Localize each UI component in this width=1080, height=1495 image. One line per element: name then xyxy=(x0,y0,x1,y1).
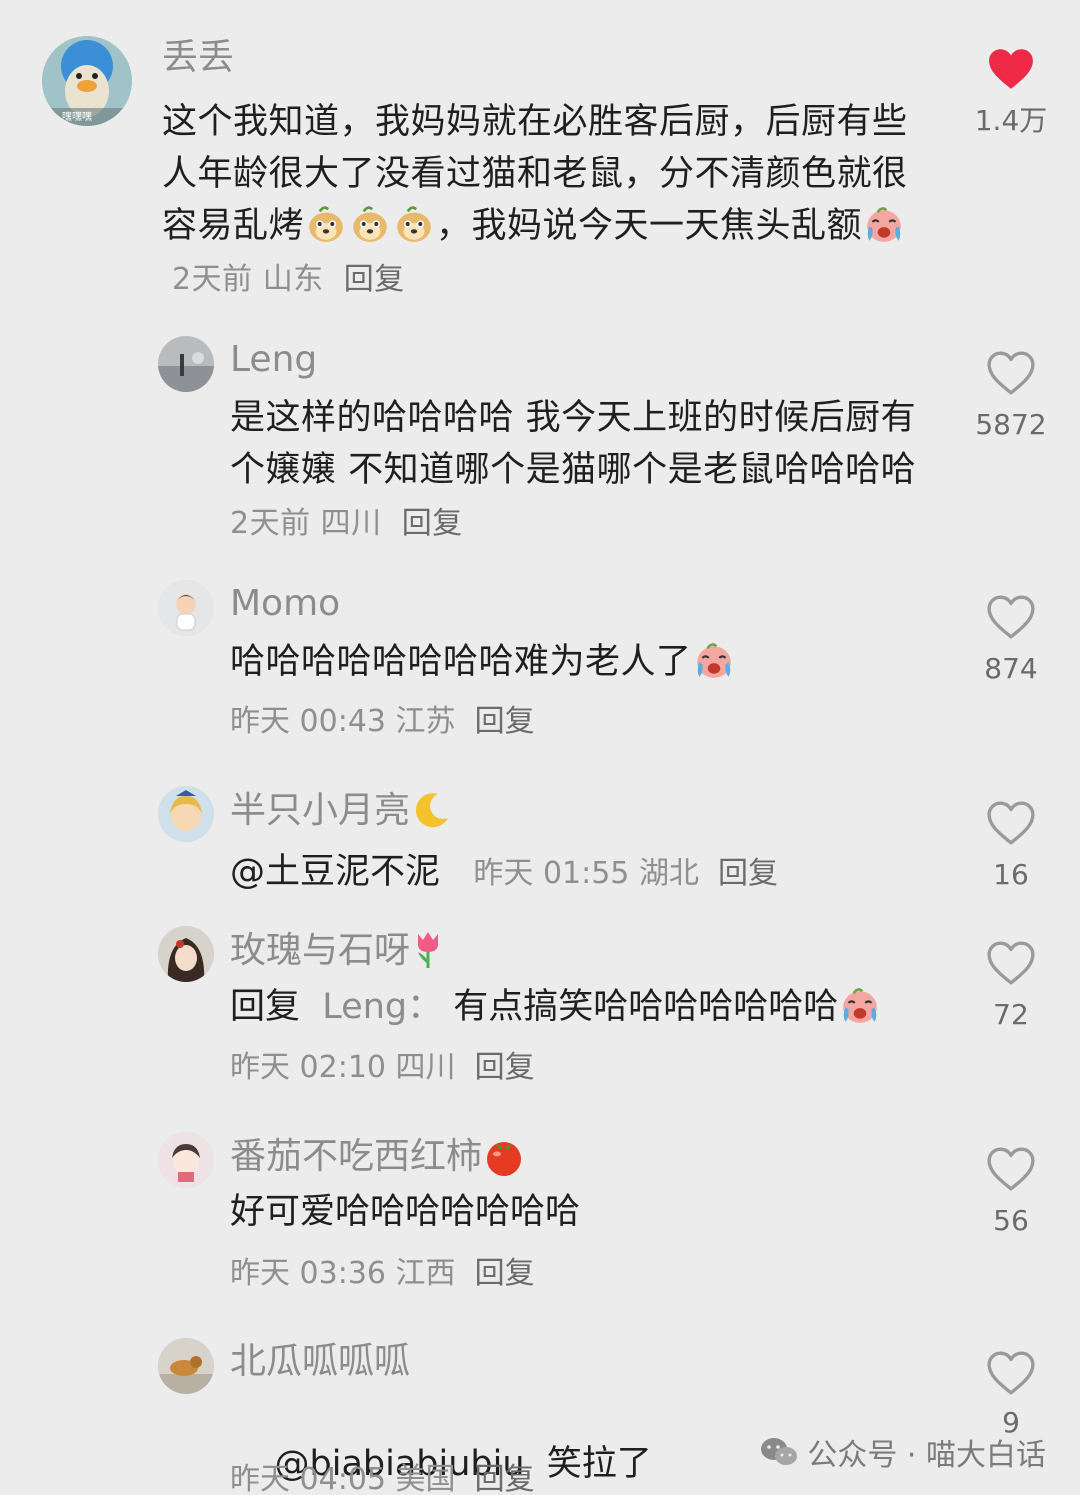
tulip-emoji-icon xyxy=(410,928,446,972)
comment-location: 江苏 xyxy=(395,704,456,739)
crying-emoji-icon xyxy=(839,984,881,1026)
avatar[interactable] xyxy=(158,926,214,982)
comment-text: 回复 Leng： 有点搞笑哈哈哈哈哈哈哈 xyxy=(230,984,882,1029)
username[interactable]: Momo xyxy=(230,582,340,626)
heart-icon xyxy=(986,800,1036,846)
comment-meta: 昨天 00:43 江苏 回复 xyxy=(230,700,535,744)
comment-time: 昨天 02:10 xyxy=(230,1050,386,1085)
grey-photo-avatar-icon xyxy=(158,336,214,392)
anime-girl-avatar-icon xyxy=(158,926,214,982)
avatar[interactable] xyxy=(158,336,214,392)
reply-to-user[interactable]: Leng： xyxy=(322,987,442,1027)
heart-icon xyxy=(986,940,1036,986)
comment-location: 山东 xyxy=(262,262,324,297)
reply-button[interactable]: 回复 xyxy=(475,1256,535,1291)
reply-button[interactable]: 回复 xyxy=(475,1462,535,1495)
comment-location: 四川 xyxy=(320,506,382,541)
comment-time: 昨天 04:05 xyxy=(230,1462,386,1495)
comment-location: 江西 xyxy=(395,1256,456,1291)
mention-link[interactable]: @土豆泥不泥 xyxy=(230,852,440,892)
username-text: 玫瑰与石呀 xyxy=(230,930,411,971)
comment-location: 湖北 xyxy=(638,856,699,891)
comment-time: 2天前 xyxy=(230,506,311,541)
reply-button[interactable]: 回复 xyxy=(475,1050,535,1085)
like-button[interactable]: 874 xyxy=(971,594,1051,686)
comment-text: 哈哈哈哈哈哈哈哈难为老人了 xyxy=(230,636,920,688)
reply-button[interactable]: 回复 xyxy=(402,506,463,541)
reply-button[interactable]: 回复 xyxy=(475,704,535,739)
username[interactable]: 丢丢 xyxy=(162,36,234,80)
avatar-label: 嘿嘿嘿 xyxy=(62,112,92,123)
comment-text: 是这样的哈哈哈哈 我今天上班的时候后厨有个嬢嬢 不知道哪个是猫哪个是老鼠哈哈哈哈… xyxy=(230,392,920,550)
comment-meta: 昨天 04:05 美国 回复 xyxy=(230,1458,535,1495)
username[interactable]: 番茄不吃西红柿 xyxy=(230,1134,526,1179)
like-count: 56 xyxy=(993,1204,1029,1237)
username[interactable]: 北瓜呱呱呱 xyxy=(230,1340,410,1384)
comment-location: 四川 xyxy=(395,1050,456,1085)
like-button[interactable]: 16 xyxy=(971,800,1051,892)
puppy-emoji-icon xyxy=(305,203,347,245)
avatar[interactable] xyxy=(158,786,214,842)
username[interactable]: 玫瑰与石呀 xyxy=(230,928,446,973)
comment-text-body: 是这样的哈哈哈哈 我今天上班的时候后厨有个嬢嬢 不知道哪个是猫哪个是老鼠哈哈哈哈 xyxy=(230,398,917,490)
comment-time: 昨天 03:36 xyxy=(230,1256,386,1291)
username-text: 番茄不吃西红柿 xyxy=(230,1136,483,1177)
avatar[interactable] xyxy=(158,580,214,636)
comment-text-part: ，我妈说今天一天焦头乱额 xyxy=(436,206,863,246)
like-button[interactable]: 72 xyxy=(971,940,1051,1032)
comment-text-body: 哈哈哈哈哈哈哈哈难为老人了 xyxy=(230,642,692,682)
like-count: 874 xyxy=(984,652,1038,685)
comment-meta: 昨天 03:36 江西 回复 xyxy=(230,1252,535,1296)
boy-avatar-icon xyxy=(158,580,214,636)
like-button[interactable]: 56 xyxy=(971,1146,1051,1238)
crying-emoji-icon xyxy=(863,203,905,245)
comment-text: 好可爱哈哈哈哈哈哈哈 xyxy=(230,1190,580,1234)
comment-location: 美国 xyxy=(395,1462,456,1495)
watermark: 公众号 · 喵大白话 xyxy=(759,1430,1046,1474)
heart-icon xyxy=(986,1350,1036,1396)
heart-icon xyxy=(986,350,1036,396)
avatar[interactable] xyxy=(158,1338,214,1394)
username[interactable]: Leng xyxy=(230,338,317,382)
comment-text: 这个我知道，我妈妈就在必胜客后厨，后厨有些人年龄很大了没看过猫和老鼠，分不清颜色… xyxy=(162,96,942,306)
comment-meta: 2天前 山东 回复 xyxy=(162,262,405,297)
comment-text-body: 有点搞笑哈哈哈哈哈哈哈 xyxy=(453,987,839,1027)
comment-time: 昨天 00:43 xyxy=(230,704,386,739)
reply-button[interactable]: 回复 xyxy=(718,856,778,891)
comment-meta: 昨天 01:55 湖北 回复 xyxy=(473,856,778,891)
puppy-emoji-icon xyxy=(349,203,391,245)
dog-photo-avatar-icon xyxy=(158,1338,214,1394)
like-button[interactable]: 1.4万 xyxy=(971,46,1051,138)
like-button[interactable]: 5872 xyxy=(971,350,1051,442)
watermark-text: 公众号 · 喵大白话 xyxy=(807,1438,1046,1473)
comment-time: 昨天 01:55 xyxy=(473,856,630,891)
username[interactable]: 半只小月亮 xyxy=(230,788,454,833)
reply-button[interactable]: 回复 xyxy=(344,262,405,297)
comment-meta: 昨天 02:10 四川 回复 xyxy=(230,1046,535,1090)
comment-text-body: 好可爱哈哈哈哈哈哈哈 xyxy=(230,1192,581,1232)
avatar[interactable] xyxy=(158,1132,214,1188)
like-count: 5872 xyxy=(975,408,1047,441)
username-text: 半只小月亮 xyxy=(230,790,411,831)
heart-icon xyxy=(986,594,1036,640)
comment-meta: 2天前 四川 回复 xyxy=(230,506,463,541)
comment-time: 2天前 xyxy=(172,262,253,297)
avatar[interactable]: 嘿嘿嘿 xyxy=(42,36,132,126)
puppy-emoji-icon xyxy=(393,203,435,245)
heart-icon xyxy=(986,1146,1036,1192)
tomato-emoji-icon xyxy=(482,1134,526,1178)
like-count: 72 xyxy=(993,998,1029,1031)
crying-emoji-icon xyxy=(693,639,735,681)
like-button[interactable]: 9 xyxy=(971,1350,1051,1440)
cartoon-avatar-icon xyxy=(158,1132,214,1188)
like-count: 1.4万 xyxy=(974,104,1048,137)
comment-text: @土豆泥不泥 昨天 01:55 湖北 回复 xyxy=(230,850,778,896)
wechat-icon xyxy=(761,1438,798,1465)
like-count: 16 xyxy=(993,858,1029,891)
girl-avatar-icon xyxy=(158,786,214,842)
heart-icon xyxy=(986,46,1036,92)
moon-emoji-icon xyxy=(410,788,454,832)
reply-prefix: 回复 xyxy=(230,987,301,1027)
